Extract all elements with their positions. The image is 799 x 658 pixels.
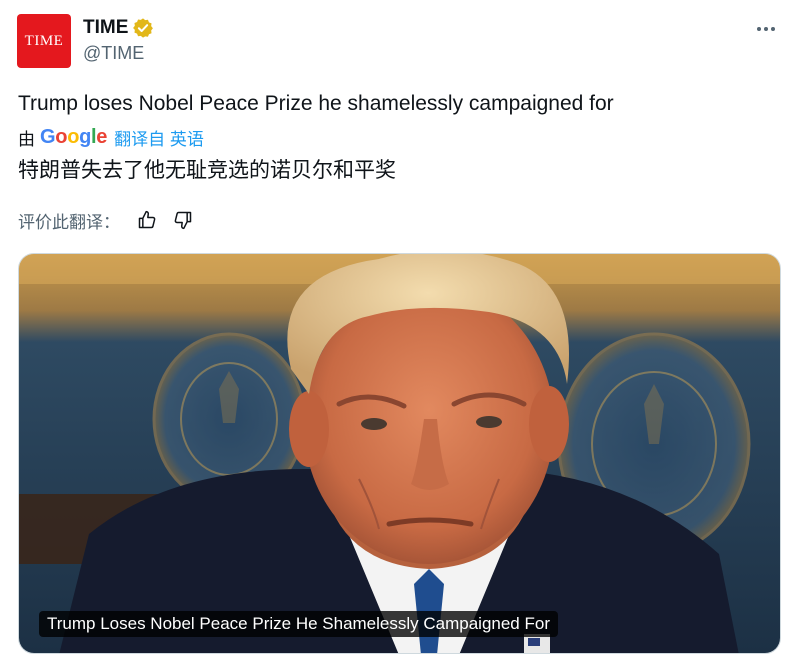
- tweet-text: Trump loses Nobel Peace Prize he shamele…: [18, 92, 614, 115]
- google-letter: e: [96, 125, 108, 148]
- translated-by-label: 由: [18, 129, 35, 149]
- google-logo: Google: [40, 126, 107, 149]
- translated-text: 特朗普失去了他无耻竞选的诺贝尔和平奖: [18, 159, 396, 182]
- thumbs-down-icon[interactable]: [172, 209, 194, 231]
- google-letter: o: [67, 125, 80, 148]
- more-options-icon[interactable]: [751, 18, 781, 40]
- avatar-logo-text: TIME: [24, 32, 64, 49]
- author-names: TIME @TIME: [83, 16, 154, 64]
- media-caption: Trump Loses Nobel Peace Prize He Shamele…: [39, 611, 558, 637]
- display-name[interactable]: TIME: [83, 17, 128, 39]
- translated-from-link[interactable]: 翻译自 英语: [114, 125, 204, 150]
- portrait-photo: [19, 254, 780, 653]
- tweet-card: TIME TIME @TIME Trump loses Nobel Peace …: [0, 0, 799, 658]
- rate-translation: 评价此翻译：: [18, 207, 208, 233]
- thumbs-up-icon[interactable]: [136, 209, 158, 231]
- name-row: TIME: [83, 16, 154, 40]
- google-letter: o: [55, 125, 68, 148]
- user-handle[interactable]: @TIME: [83, 43, 154, 64]
- media-image[interactable]: Trump Loses Nobel Peace Prize He Shamele…: [18, 253, 781, 654]
- translation-attribution: 由 Google 翻译自 英语: [18, 124, 204, 150]
- tweet-header: TIME TIME @TIME: [17, 14, 785, 70]
- rate-translation-label: 评价此翻译：: [18, 212, 120, 232]
- verified-badge-icon: [132, 17, 154, 39]
- avatar[interactable]: TIME: [17, 14, 71, 68]
- google-letter: g: [79, 125, 92, 148]
- google-letter: G: [40, 125, 56, 148]
